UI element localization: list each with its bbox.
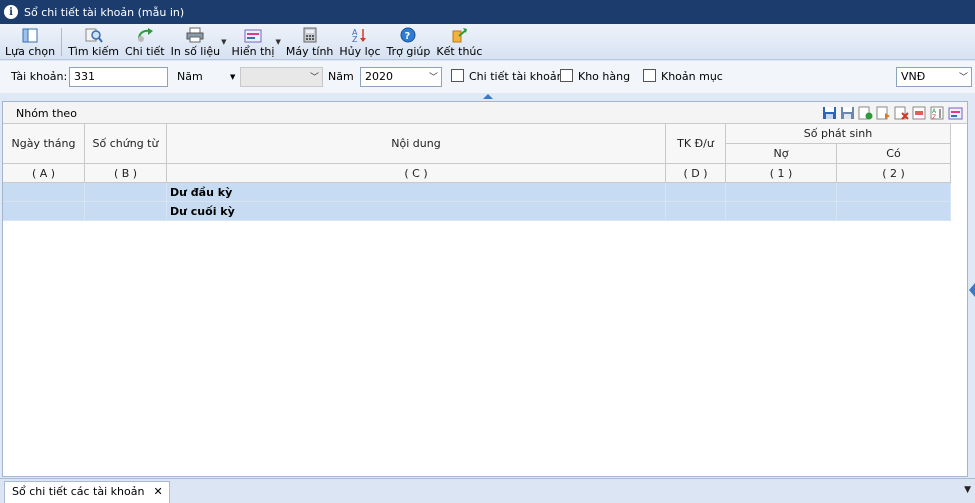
chevron-up-icon [483,94,493,99]
chevron-down-icon: ﹀ [428,73,438,83]
save-as-icon[interactable] [840,106,855,120]
collapse-filter-toggle[interactable] [478,93,498,101]
period-combo: ﹀ [240,67,323,87]
add-row-icon[interactable] [858,106,873,120]
report-panel: Nhóm theo AZ Ngày tháng Số chứng từ Nội … [2,101,968,477]
window-title: Sổ chi tiết tài khoản (mẫu in) [24,5,185,19]
row-date [3,202,85,221]
help-icon: ? [399,27,417,43]
save-icon[interactable] [822,106,837,120]
calculator-icon [301,27,319,43]
code-cell: ( B ) [85,164,167,183]
currency-select[interactable]: VNĐ ﹀ [896,67,972,87]
account-label: Tài khoản: [11,70,68,83]
table-row[interactable]: Dư đầu kỳ [3,183,951,202]
account-input[interactable]: 331 [69,67,168,87]
unfilter-button[interactable]: AZ Hủy lọc [336,24,383,58]
select-button[interactable]: Lựa chọn [2,24,58,58]
side-panel-toggle[interactable] [969,283,975,297]
header-amount: Số phát sinh [726,124,951,144]
row-debit [726,183,837,202]
search-icon [85,27,103,43]
header-debit[interactable]: Nợ [726,144,837,164]
printer-icon [186,27,204,43]
code-row: ( A ) ( B ) ( C ) ( D ) ( 1 ) ( 2 ) [3,164,951,183]
year-label-2: Năm [328,70,354,83]
year-label-1: Năm [177,70,203,83]
grid-actions: AZ [822,106,963,121]
svg-text:Z: Z [932,114,936,120]
filter-bar: Tài khoản: 331 Năm ▼ ﹀ Năm 2020 ﹀ Chi ti… [0,61,975,93]
svg-text:?: ? [405,31,411,42]
export-icon[interactable] [876,106,891,120]
search-button[interactable]: Tìm kiếm [65,24,122,58]
display-icon [244,27,262,43]
detail-account-checkbox[interactable] [451,69,464,82]
svg-text:Z: Z [352,35,358,43]
toolbar-separator [61,28,63,56]
year-dropdown-icon[interactable]: ▼ [230,73,235,81]
row-credit [837,183,951,202]
detail-account-label: Chi tiết tài khoản [469,70,564,83]
code-cell: ( 2 ) [837,164,951,183]
chevron-down-icon: ﹀ [309,73,319,83]
detail-icon [136,27,154,43]
window-titlebar: i Sổ chi tiết tài khoản (mẫu in) [0,0,975,24]
group-by-label: Nhóm theo [16,107,77,120]
code-cell: ( 1 ) [726,164,837,183]
close-icon[interactable]: ✕ [153,485,162,503]
header-credit[interactable]: Có [837,144,951,164]
warehouse-checkbox[interactable] [560,69,573,82]
toolbar: Lựa chọn Tìm kiếm Chi tiết In số liệu ▼ … [0,24,975,60]
settings-icon[interactable] [948,106,963,120]
row-content: Dư đầu kỳ [167,183,666,202]
row-voucher [85,202,167,221]
sort-az-icon: AZ [351,27,369,43]
item-checkbox[interactable] [643,69,656,82]
code-cell: ( A ) [3,164,85,183]
row-account [666,202,726,221]
exit-button[interactable]: Kết thúc [433,24,485,58]
print-dropdown-icon[interactable]: ▼ [221,38,226,46]
row-credit [837,202,951,221]
calculator-button[interactable]: Máy tính [283,24,337,58]
document-tab-bar: Sổ chi tiết các tài khoản ✕ ▼ [0,478,975,503]
delete-icon[interactable] [894,106,909,120]
header-subrow: Nợ Có [3,144,951,164]
table-row[interactable]: Dư cuối kỳ [3,202,951,221]
group-by-bar: Nhóm theo AZ [3,102,967,124]
clear-icon[interactable] [912,106,927,120]
row-voucher [85,183,167,202]
sort-icon[interactable]: AZ [930,106,945,121]
document-tab[interactable]: Sổ chi tiết các tài khoản ✕ [4,481,170,503]
detail-button[interactable]: Chi tiết [122,24,168,58]
display-button[interactable]: Hiển thị [229,24,278,58]
print-button[interactable]: In số liệu [168,24,224,58]
row-content: Dư cuối kỳ [167,202,666,221]
code-cell: ( D ) [666,164,726,183]
tab-list-dropdown-icon[interactable]: ▼ [964,485,971,495]
row-account [666,183,726,202]
row-debit [726,202,837,221]
item-label: Khoản mục [661,70,723,83]
warehouse-label: Kho hàng [578,70,631,83]
display-dropdown-icon[interactable]: ▼ [275,38,280,46]
row-date [3,183,85,202]
chevron-down-icon: ﹀ [958,73,968,83]
select-icon [21,27,39,43]
document-tab-label: Sổ chi tiết các tài khoản [12,485,145,498]
info-icon: i [4,5,18,19]
year-select[interactable]: 2020 ﹀ [360,67,442,87]
exit-icon [450,27,468,43]
help-button[interactable]: ? Trợ giúp [384,24,434,58]
code-cell: ( C ) [167,164,666,183]
